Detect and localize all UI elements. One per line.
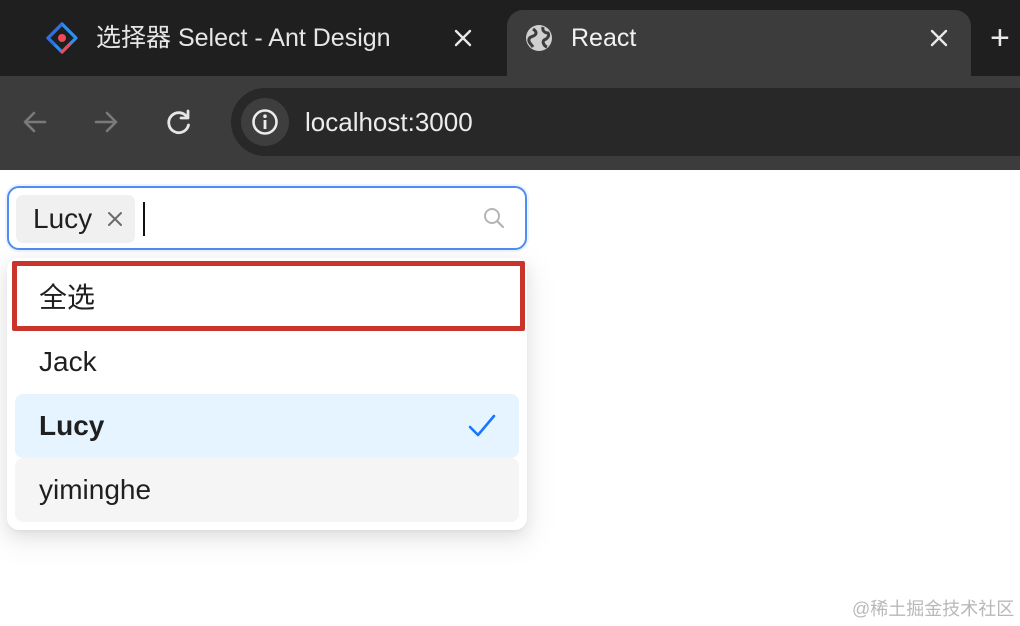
info-icon[interactable] [241,98,289,146]
option-label: yiminghe [39,474,152,505]
tab-ant-design-select[interactable]: 选择器 Select - Ant Design [0,10,500,76]
close-tab-icon[interactable] [449,24,477,52]
ant-design-logo-icon [46,22,78,54]
tag-label: Lucy [33,203,93,234]
select-search-field[interactable] [141,202,461,236]
remove-tag-close-icon[interactable] [103,207,127,231]
url-text: localhost:3000 [305,107,473,137]
option-select-all[interactable]: 全选 [15,266,519,330]
back-arrow-icon[interactable] [15,102,55,142]
tab-title: 选择器 Select - Ant Design [96,24,391,52]
option-label: Lucy [39,410,105,441]
text-cursor [143,202,145,236]
option-label: 全选 [39,282,96,313]
reload-icon[interactable] [159,102,199,142]
option-label: Jack [39,346,97,377]
check-icon [467,412,497,440]
search-icon [482,206,506,230]
option-lucy[interactable]: Lucy [15,394,519,458]
new-tab-plus-icon[interactable]: + [990,20,1020,56]
option-yiminghe[interactable]: yiminghe [15,458,519,522]
browser-toolbar: localhost:3000 [0,76,1020,170]
select-dropdown: 全选 Jack Lucy yiminghe [7,258,527,530]
globe-icon [523,22,555,54]
address-bar[interactable]: localhost:3000 [231,88,1020,156]
close-tab-icon[interactable] [925,24,953,52]
browser-tab-strip: 选择器 Select - Ant Design React + [0,0,1020,76]
forward-arrow-icon[interactable] [86,102,126,142]
selected-tag-lucy: Lucy [16,195,135,243]
tab-react[interactable]: React [507,10,971,76]
multi-select-input[interactable]: Lucy [7,186,527,250]
tab-title: React [571,24,637,52]
option-jack[interactable]: Jack [15,330,519,394]
watermark: @稀土掘金技术社区 [852,599,1015,619]
